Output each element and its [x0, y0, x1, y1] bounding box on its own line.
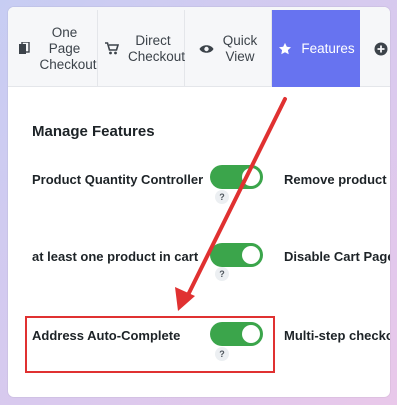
- toggle-product-quantity-controller[interactable]: [210, 165, 263, 189]
- toggle-at-least-one-product[interactable]: [210, 243, 263, 267]
- tab-label: One Page Checkout: [39, 24, 97, 72]
- tab-quick-view[interactable]: Quick View: [185, 10, 272, 87]
- cart-icon: [104, 41, 120, 57]
- tab-more[interactable]: [360, 10, 390, 87]
- feature-label-remove-product: Remove product Bu: [284, 172, 390, 187]
- settings-panel: One Page Checkout Direct Checkout Quick …: [8, 7, 390, 397]
- feature-label-multi-step-checkout: Multi-step checkou: [284, 328, 390, 343]
- plus-circle-icon: [374, 41, 388, 57]
- feature-label-at-least-one-product: at least one product in cart: [32, 249, 199, 264]
- help-icon[interactable]: ?: [215, 190, 229, 204]
- eye-icon: [198, 41, 214, 57]
- pages-icon: [16, 41, 32, 57]
- tab-one-page-checkout[interactable]: One Page Checkout: [8, 10, 98, 87]
- help-icon[interactable]: ?: [215, 267, 229, 281]
- tab-bar: One Page Checkout Direct Checkout Quick …: [8, 7, 390, 87]
- star-icon: [277, 41, 293, 57]
- toggle-knob: [242, 246, 260, 264]
- toggle-knob: [242, 168, 260, 186]
- highlight-box: [25, 316, 275, 373]
- tab-label: Quick View: [222, 32, 258, 64]
- tab-features[interactable]: Features: [272, 10, 360, 87]
- feature-label-product-quantity-controller: Product Quantity Controller: [32, 172, 204, 187]
- tab-label: Features: [301, 40, 355, 56]
- tab-direct-checkout[interactable]: Direct Checkout: [98, 10, 185, 87]
- section-title: Manage Features: [32, 123, 155, 140]
- feature-label-disable-cart-page: Disable Cart Page: [284, 249, 390, 264]
- tab-label: Direct Checkout: [128, 32, 186, 64]
